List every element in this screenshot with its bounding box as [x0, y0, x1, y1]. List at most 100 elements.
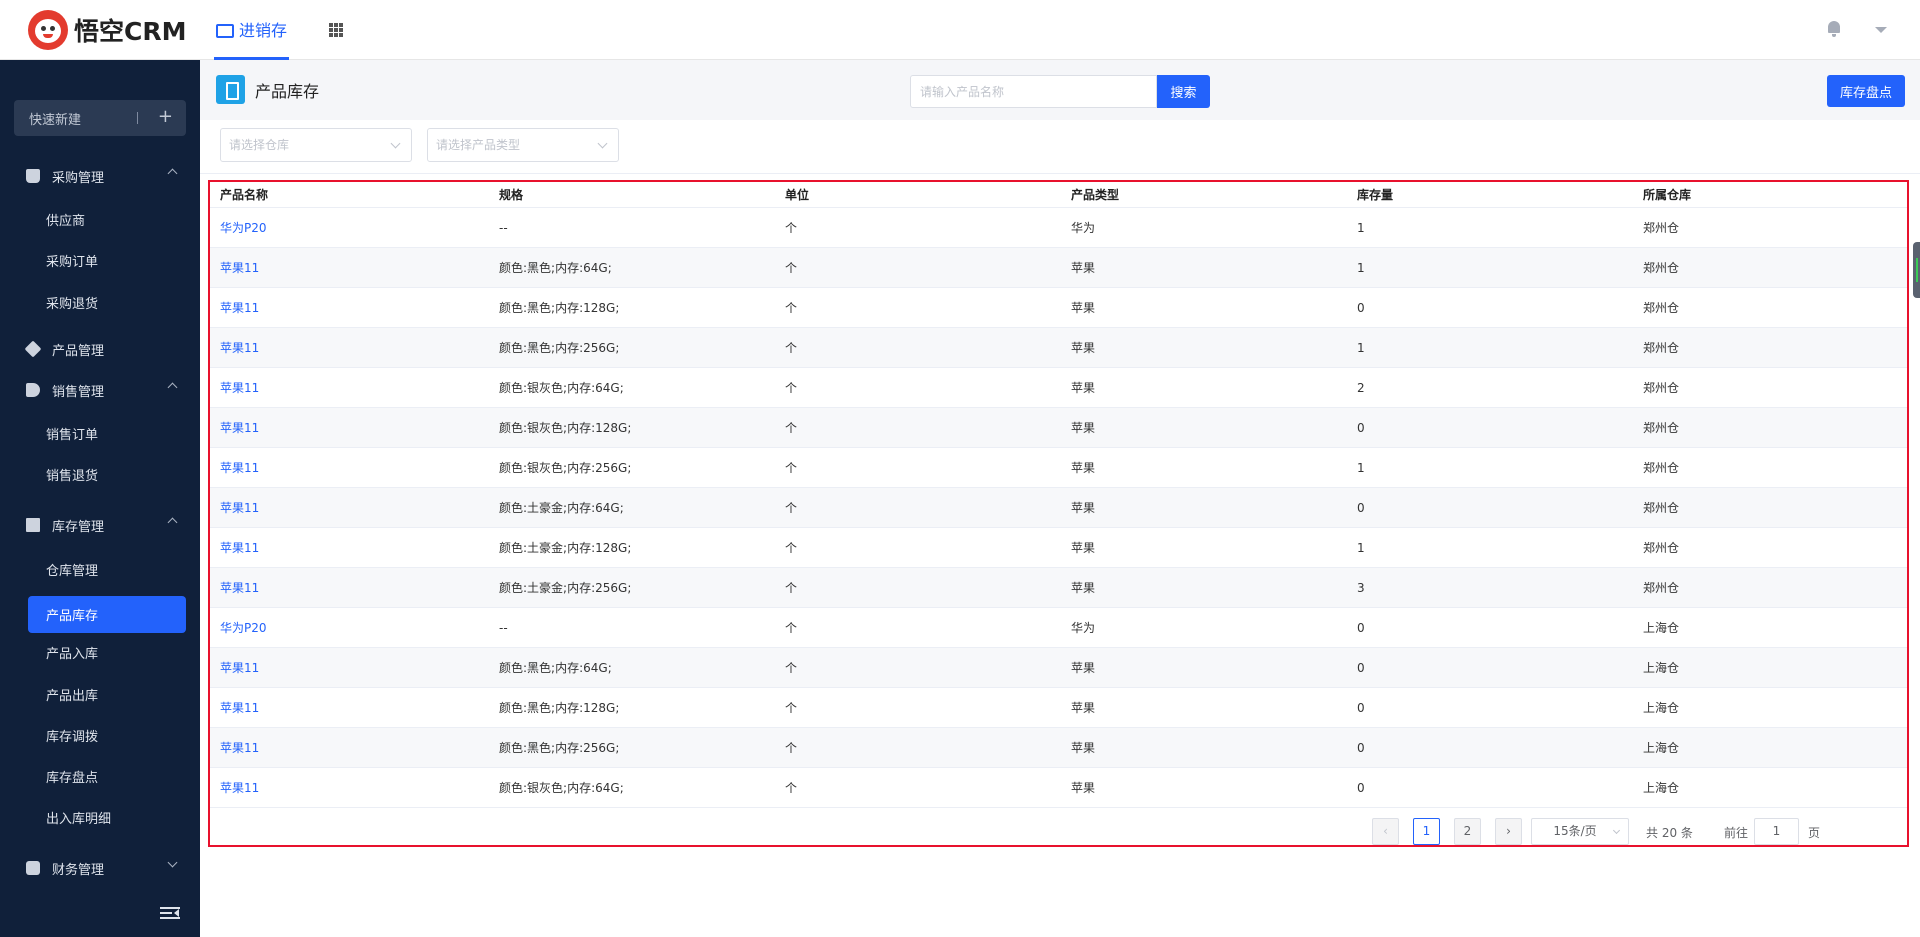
stock-check-button[interactable]: 库存盘点	[1827, 75, 1905, 107]
page-button-2[interactable]: 2	[1454, 818, 1481, 845]
cell-product-name[interactable]: 苹果11	[210, 459, 489, 476]
cell-product-name[interactable]: 苹果11	[210, 539, 489, 556]
table-row[interactable]: 苹果11 颜色:黑色;内存:64G; 个 苹果 0 上海仓	[210, 648, 1907, 688]
table-row[interactable]: 苹果11 颜色:黑色;内存:128G; 个 苹果 0 上海仓	[210, 688, 1907, 728]
search-button[interactable]: 搜索	[1157, 75, 1210, 108]
table-row[interactable]: 苹果11 颜色:土豪金;内存:64G; 个 苹果 0 郑州仓	[210, 488, 1907, 528]
cell-product-name[interactable]: 苹果11	[210, 739, 489, 756]
table-row[interactable]: 苹果11 颜色:银灰色;内存:64G; 个 苹果 0 上海仓	[210, 768, 1907, 808]
table-row[interactable]: 华为P20 -- 个 华为 0 上海仓	[210, 608, 1907, 648]
sidebar-item-purchase-return[interactable]: 采购退货	[0, 282, 200, 322]
scrollbar-handle[interactable]	[1913, 242, 1920, 298]
warehouse-select-placeholder: 请选择仓库	[229, 138, 290, 152]
table-row[interactable]: 苹果11 颜色:黑色;内存:64G; 个 苹果 1 郑州仓	[210, 248, 1907, 288]
stock-table: 产品名称 规格 单位 产品类型 库存量 所属仓库 华为P20 -- 个华为 1 郑州仓苹…	[210, 182, 1907, 808]
nav-tab-inventory[interactable]: 进销存	[214, 0, 290, 60]
table-row[interactable]: 华为P20 -- 个 华为 1 郑州仓	[210, 208, 1907, 248]
sidebar-item-supplier[interactable]: 供应商	[0, 199, 200, 239]
column-header-stock-qty[interactable]: 库存量	[1347, 186, 1633, 203]
goto-page-input[interactable]: 1	[1754, 818, 1799, 845]
top-header: 悟空CRM 进销存	[0, 0, 1920, 60]
product-search-input[interactable]	[910, 75, 1157, 108]
pagination: ‹ 1 2 › 15条/页 共 20 条 前往 1 页	[200, 814, 1920, 854]
table-row[interactable]: 苹果11 颜色:黑色;内存:128G; 个 苹果 0 郑州仓	[210, 288, 1907, 328]
sidebar-item-warehouse[interactable]: 仓库管理	[0, 549, 200, 589]
column-header-product-type[interactable]: 产品类型	[1061, 186, 1347, 203]
prev-page-button[interactable]: ‹	[1372, 818, 1399, 845]
chevron-up-icon	[167, 382, 178, 393]
cell-product-name[interactable]: 苹果11	[210, 419, 489, 436]
sidebar-group-label: 销售管理	[52, 384, 105, 400]
monkey-logo-icon	[28, 10, 68, 50]
apps-grid-icon[interactable]	[329, 23, 344, 37]
cell-stock-qty: 1	[1357, 260, 1365, 275]
cell-warehouse: 郑州仓	[1643, 461, 1680, 475]
page-size-select[interactable]: 15条/页	[1531, 818, 1629, 845]
product-type-select-placeholder: 请选择产品类型	[436, 138, 521, 152]
cell-unit: 个	[785, 261, 798, 275]
brand-name: 悟空CRM	[74, 17, 187, 46]
sidebar-item-stock-transfer[interactable]: 库存调拨	[0, 715, 200, 755]
plus-icon[interactable]: +	[158, 106, 173, 127]
cell-product-name[interactable]: 华为P20	[210, 219, 489, 236]
cell-stock-qty: 1	[1357, 340, 1365, 355]
top-nav: 进销存	[214, 0, 344, 60]
cell-spec: 颜色:银灰色;内存:128G;	[499, 421, 632, 435]
cell-stock-qty: 2	[1357, 380, 1365, 395]
sidebar-item-product-stock[interactable]: 产品库存	[28, 596, 186, 633]
cell-spec: 颜色:黑色;内存:64G;	[499, 261, 612, 275]
cell-product-name[interactable]: 苹果11	[210, 779, 489, 796]
sidebar-group-purchase[interactable]: 采购管理	[0, 156, 200, 196]
cell-product-name[interactable]: 苹果11	[210, 699, 489, 716]
cell-unit: 个	[785, 301, 798, 315]
archive-box-icon	[26, 518, 40, 532]
cell-product-name[interactable]: 苹果11	[210, 659, 489, 676]
sidebar-item-stock-detail[interactable]: 出入库明细	[0, 797, 200, 837]
table-row[interactable]: 苹果11 颜色:土豪金;内存:128G; 个 苹果 1 郑州仓	[210, 528, 1907, 568]
column-header-spec[interactable]: 规格	[489, 186, 775, 203]
table-row[interactable]: 苹果11 颜色:土豪金;内存:256G; 个 苹果 3 郑州仓	[210, 568, 1907, 608]
sidebar-group-product[interactable]: 产品管理	[0, 329, 200, 369]
bell-icon[interactable]	[1826, 20, 1842, 38]
cell-product-name[interactable]: 华为P20	[210, 619, 489, 636]
user-menu-caret-icon[interactable]	[1875, 27, 1887, 33]
page-button-1[interactable]: 1	[1413, 818, 1440, 845]
cell-product-type: 苹果	[1071, 501, 1096, 515]
sidebar-item-stock-out[interactable]: 产品出库	[0, 674, 200, 714]
sidebar-item-purchase-order[interactable]: 采购订单	[0, 240, 200, 280]
table-row[interactable]: 苹果11 颜色:银灰色;内存:128G; 个 苹果 0 郑州仓	[210, 408, 1907, 448]
cell-unit: 个	[785, 741, 798, 755]
sidebar-group-sales[interactable]: 销售管理	[0, 370, 200, 410]
quick-new-button[interactable]: 快速新建 +	[14, 100, 186, 136]
table-row[interactable]: 苹果11 颜色:黑色;内存:256G; 个 苹果 0 上海仓	[210, 728, 1907, 768]
cell-product-name[interactable]: 苹果11	[210, 299, 489, 316]
cell-product-name[interactable]: 苹果11	[210, 339, 489, 356]
cell-product-name[interactable]: 苹果11	[210, 259, 489, 276]
sidebar-group-stock[interactable]: 库存管理	[0, 505, 200, 545]
product-type-select[interactable]: 请选择产品类型	[427, 128, 619, 162]
cell-spec: 颜色:黑色;内存:256G;	[499, 741, 620, 755]
sidebar-item-sales-order[interactable]: 销售订单	[0, 413, 200, 453]
cell-warehouse: 上海仓	[1643, 621, 1680, 635]
sidebar-group-label: 财务管理	[52, 862, 105, 878]
next-page-button[interactable]: ›	[1495, 818, 1522, 845]
cell-product-name[interactable]: 苹果11	[210, 379, 489, 396]
column-header-warehouse[interactable]: 所属仓库	[1633, 186, 1907, 203]
sidebar-item-sales-return[interactable]: 销售退货	[0, 454, 200, 494]
cell-product-name[interactable]: 苹果11	[210, 579, 489, 596]
cell-unit: 个	[785, 501, 798, 515]
sidebar-group-finance[interactable]: 财务管理	[0, 848, 200, 888]
cell-warehouse: 郑州仓	[1643, 541, 1680, 555]
sidebar-item-stock-check[interactable]: 库存盘点	[0, 756, 200, 796]
warehouse-select[interactable]: 请选择仓库	[220, 128, 412, 162]
brand-logo[interactable]: 悟空CRM	[28, 10, 186, 50]
column-header-product-name[interactable]: 产品名称	[210, 186, 489, 203]
table-row[interactable]: 苹果11 颜色:银灰色;内存:256G; 个 苹果 1 郑州仓	[210, 448, 1907, 488]
cell-product-name[interactable]: 苹果11	[210, 499, 489, 516]
collapse-sidebar-icon[interactable]	[160, 906, 180, 920]
column-header-unit[interactable]: 单位	[775, 186, 1061, 203]
cube-icon	[24, 340, 42, 358]
table-row[interactable]: 苹果11 颜色:银灰色;内存:64G; 个 苹果 2 郑州仓	[210, 368, 1907, 408]
sidebar-item-stock-in[interactable]: 产品入库	[0, 632, 200, 672]
table-row[interactable]: 苹果11 颜色:黑色;内存:256G; 个 苹果 1 郑州仓	[210, 328, 1907, 368]
